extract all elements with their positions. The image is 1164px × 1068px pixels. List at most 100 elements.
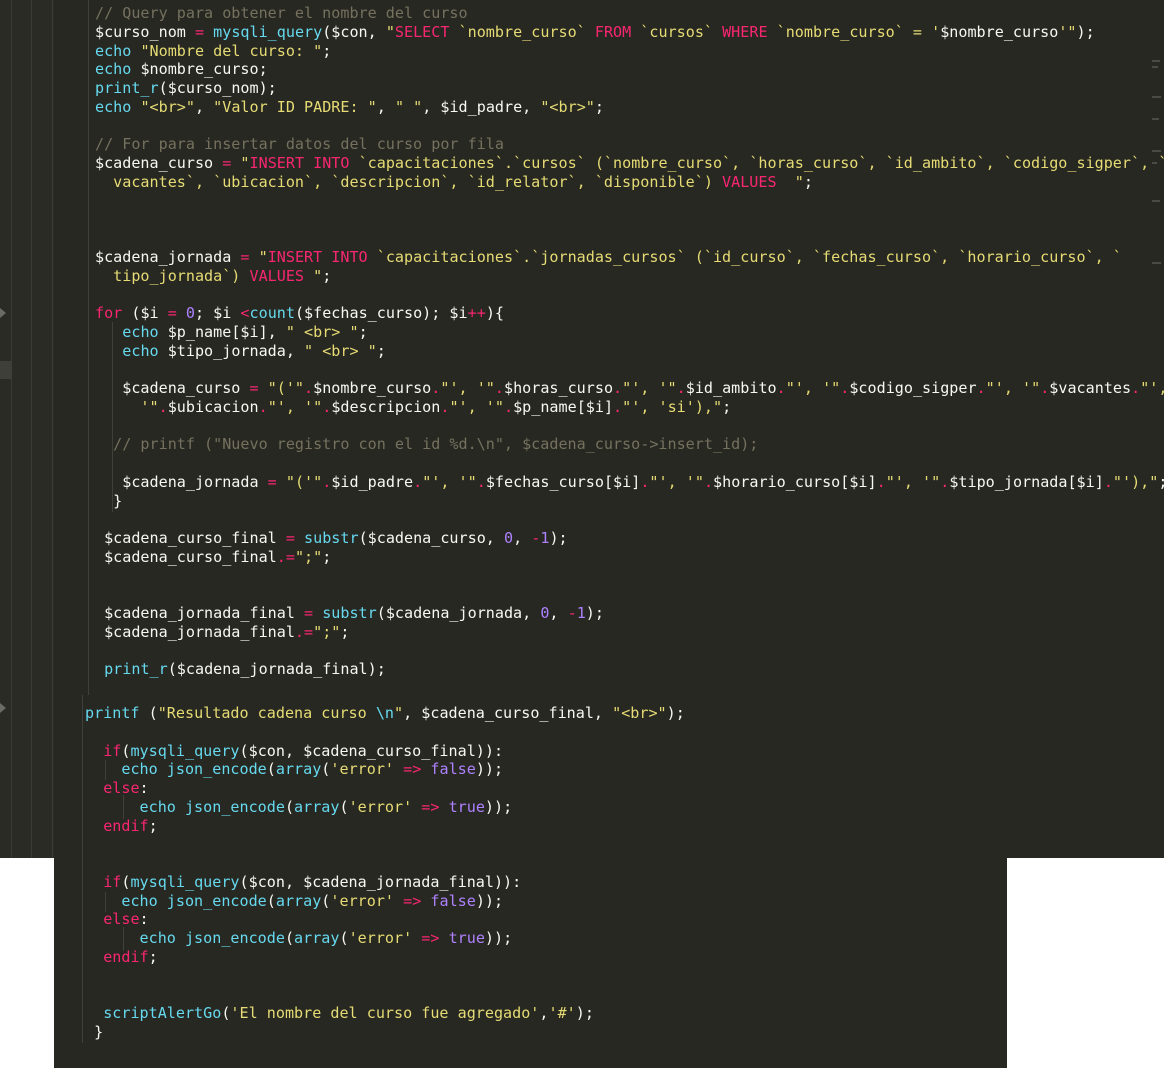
code-line[interactable]: if(mysqli_query($con, $cadena_curso_fina…: [85, 742, 503, 761]
code-line[interactable]: $cadena_curso_final.=";";: [95, 548, 331, 567]
code-line[interactable]: echo $p_name[$i], " <br> ";: [95, 322, 368, 342]
code-token: ;: [358, 322, 368, 341]
code-token: ));: [475, 891, 504, 910]
code-line[interactable]: }: [85, 1023, 103, 1042]
code-token: $nombre_curso;: [131, 60, 268, 79]
code-token: .: [1131, 379, 1141, 397]
code-line[interactable]: // For para insertar datos del curso por…: [95, 135, 504, 154]
code-token: $codigo_sigper: [849, 379, 977, 397]
code-line[interactable]: // Query para obtener el nombre del curs…: [95, 4, 468, 23]
code-line[interactable]: endif;: [85, 948, 158, 967]
code-token: echo: [95, 41, 132, 60]
code-token: true: [448, 929, 485, 947]
code-token: $vacantes: [1049, 379, 1132, 397]
code-token: .=: [294, 622, 314, 641]
code-token: false: [430, 760, 476, 779]
code-token: "', '": [885, 472, 941, 491]
code-token: ($con,: [322, 22, 386, 41]
code-token: INSERT INTO: [267, 247, 368, 266]
code-token: ";": [313, 622, 341, 641]
code-line[interactable]: scriptAlertGo('El nombre del curso fue a…: [85, 1004, 594, 1023]
code-token: $nombre_curso: [940, 22, 1059, 41]
code-token: );: [1076, 22, 1095, 41]
code-line[interactable]: echo "<br>", "Valor ID PADRE: ", " ", $i…: [95, 98, 604, 117]
code-line[interactable]: $curso_nom = mysqli_query($con, "SELECT …: [95, 23, 1095, 42]
code-token: echo json_encode: [121, 760, 267, 779]
code-token: echo json_encode: [139, 929, 285, 947]
code-line[interactable]: echo $tipo_jornada, " <br> ";: [95, 342, 386, 361]
code-line[interactable]: endif;: [85, 817, 158, 836]
code-token: `capacitaciones`.`jornadas_cursos` (`id_…: [367, 247, 1122, 266]
code-token: =: [194, 22, 205, 41]
code-token: ;: [594, 97, 604, 116]
code-token: "', '": [440, 379, 495, 397]
code-token: substr: [322, 604, 377, 622]
code-line[interactable]: printf ("Resultado cadena curso \n", $ca…: [85, 704, 685, 723]
code-line[interactable]: if(mysqli_query($con, $cadena_jornada_fi…: [85, 873, 521, 892]
code-line[interactable]: echo "Nombre del curso: ";: [95, 42, 331, 61]
code-token: ;: [376, 341, 386, 360]
code-line[interactable]: tipo_jornada`) VALUES ";: [95, 267, 331, 286]
code-line[interactable]: echo json_encode(array('error' => true))…: [85, 797, 513, 817]
code-token: (: [266, 760, 276, 779]
code-line[interactable]: $cadena_curso = "('".$nombre_curso."', '…: [95, 379, 1164, 398]
code-token: '#': [548, 1004, 576, 1022]
code-line[interactable]: echo json_encode(array('error' => false)…: [85, 892, 503, 911]
code-token: ": [385, 22, 395, 41]
code-area[interactable]: // Query para obtener el nombre del curs…: [0, 0, 1164, 1068]
code-token: echo: [122, 322, 159, 341]
code-token: $descripcion: [331, 397, 441, 416]
code-line[interactable]: $cadena_curso_final = substr($cadena_cur…: [95, 529, 568, 548]
code-line[interactable]: $cadena_curso = "INSERT INTO `capacitaci…: [95, 154, 1164, 173]
code-token: }: [85, 1022, 104, 1041]
code-token: .: [431, 379, 441, 397]
code-line[interactable]: $cadena_jornada = "('".$id_padre."', '".…: [95, 473, 1164, 492]
code-token: $p_name[$i]: [513, 397, 614, 416]
code-token: .: [494, 379, 504, 397]
indent-guide: [88, 0, 89, 695]
code-token: 0: [503, 529, 514, 547]
code-token: "', '": [785, 379, 841, 397]
code-token: .: [676, 379, 686, 397]
code-token: =>: [403, 760, 422, 779]
code-token: ));: [484, 929, 513, 947]
code-token: , $cadena_curso_final,: [403, 704, 613, 722]
code-line[interactable]: else:: [85, 910, 148, 929]
code-token: endif: [103, 816, 149, 835]
code-line[interactable]: echo json_encode(array('error' => true))…: [85, 929, 513, 948]
code-token: ($con, $cadena_jornada_final)):: [239, 872, 522, 891]
code-line[interactable]: vacantes`, `ubicacion`, `descripcion`, `…: [95, 173, 813, 192]
code-token: =>: [421, 929, 440, 947]
code-line[interactable]: print_r($curso_nom);: [95, 79, 277, 98]
code-token: ($i: [122, 304, 168, 322]
code-token: ($cadena_curso,: [358, 529, 504, 547]
code-line[interactable]: }: [95, 492, 122, 511]
code-line[interactable]: $cadena_jornada_final = substr($cadena_j…: [95, 604, 604, 623]
code-line[interactable]: '".$ubicacion."', '".$descripcion."', '"…: [95, 398, 731, 417]
code-line[interactable]: // printf ("Nuevo registro con el id %d.…: [95, 435, 758, 454]
code-token: :: [139, 779, 149, 797]
code-token: echo json_encode: [121, 891, 267, 910]
code-line[interactable]: echo json_encode(array('error' => false)…: [85, 760, 503, 779]
code-line[interactable]: $cadena_jornada = "INSERT INTO `capacita…: [95, 248, 1122, 267]
code-line[interactable]: echo $nombre_curso;: [95, 60, 268, 79]
code-line[interactable]: $cadena_jornada_final.=";";: [95, 623, 349, 642]
code-token: " <br> ": [285, 322, 359, 341]
code-token: SELECT: [394, 22, 450, 41]
code-token: echo json_encode: [139, 797, 285, 816]
code-line[interactable]: for ($i = 0; $i <count($fechas_curso); $…: [95, 304, 504, 323]
code-token: $cadena_jornada_final: [95, 622, 295, 641]
code-line[interactable]: print_r($cadena_jornada_final);: [95, 660, 386, 679]
code-token: 0: [185, 304, 195, 322]
code-token: ));: [475, 760, 504, 779]
code-line[interactable]: else:: [85, 779, 149, 798]
